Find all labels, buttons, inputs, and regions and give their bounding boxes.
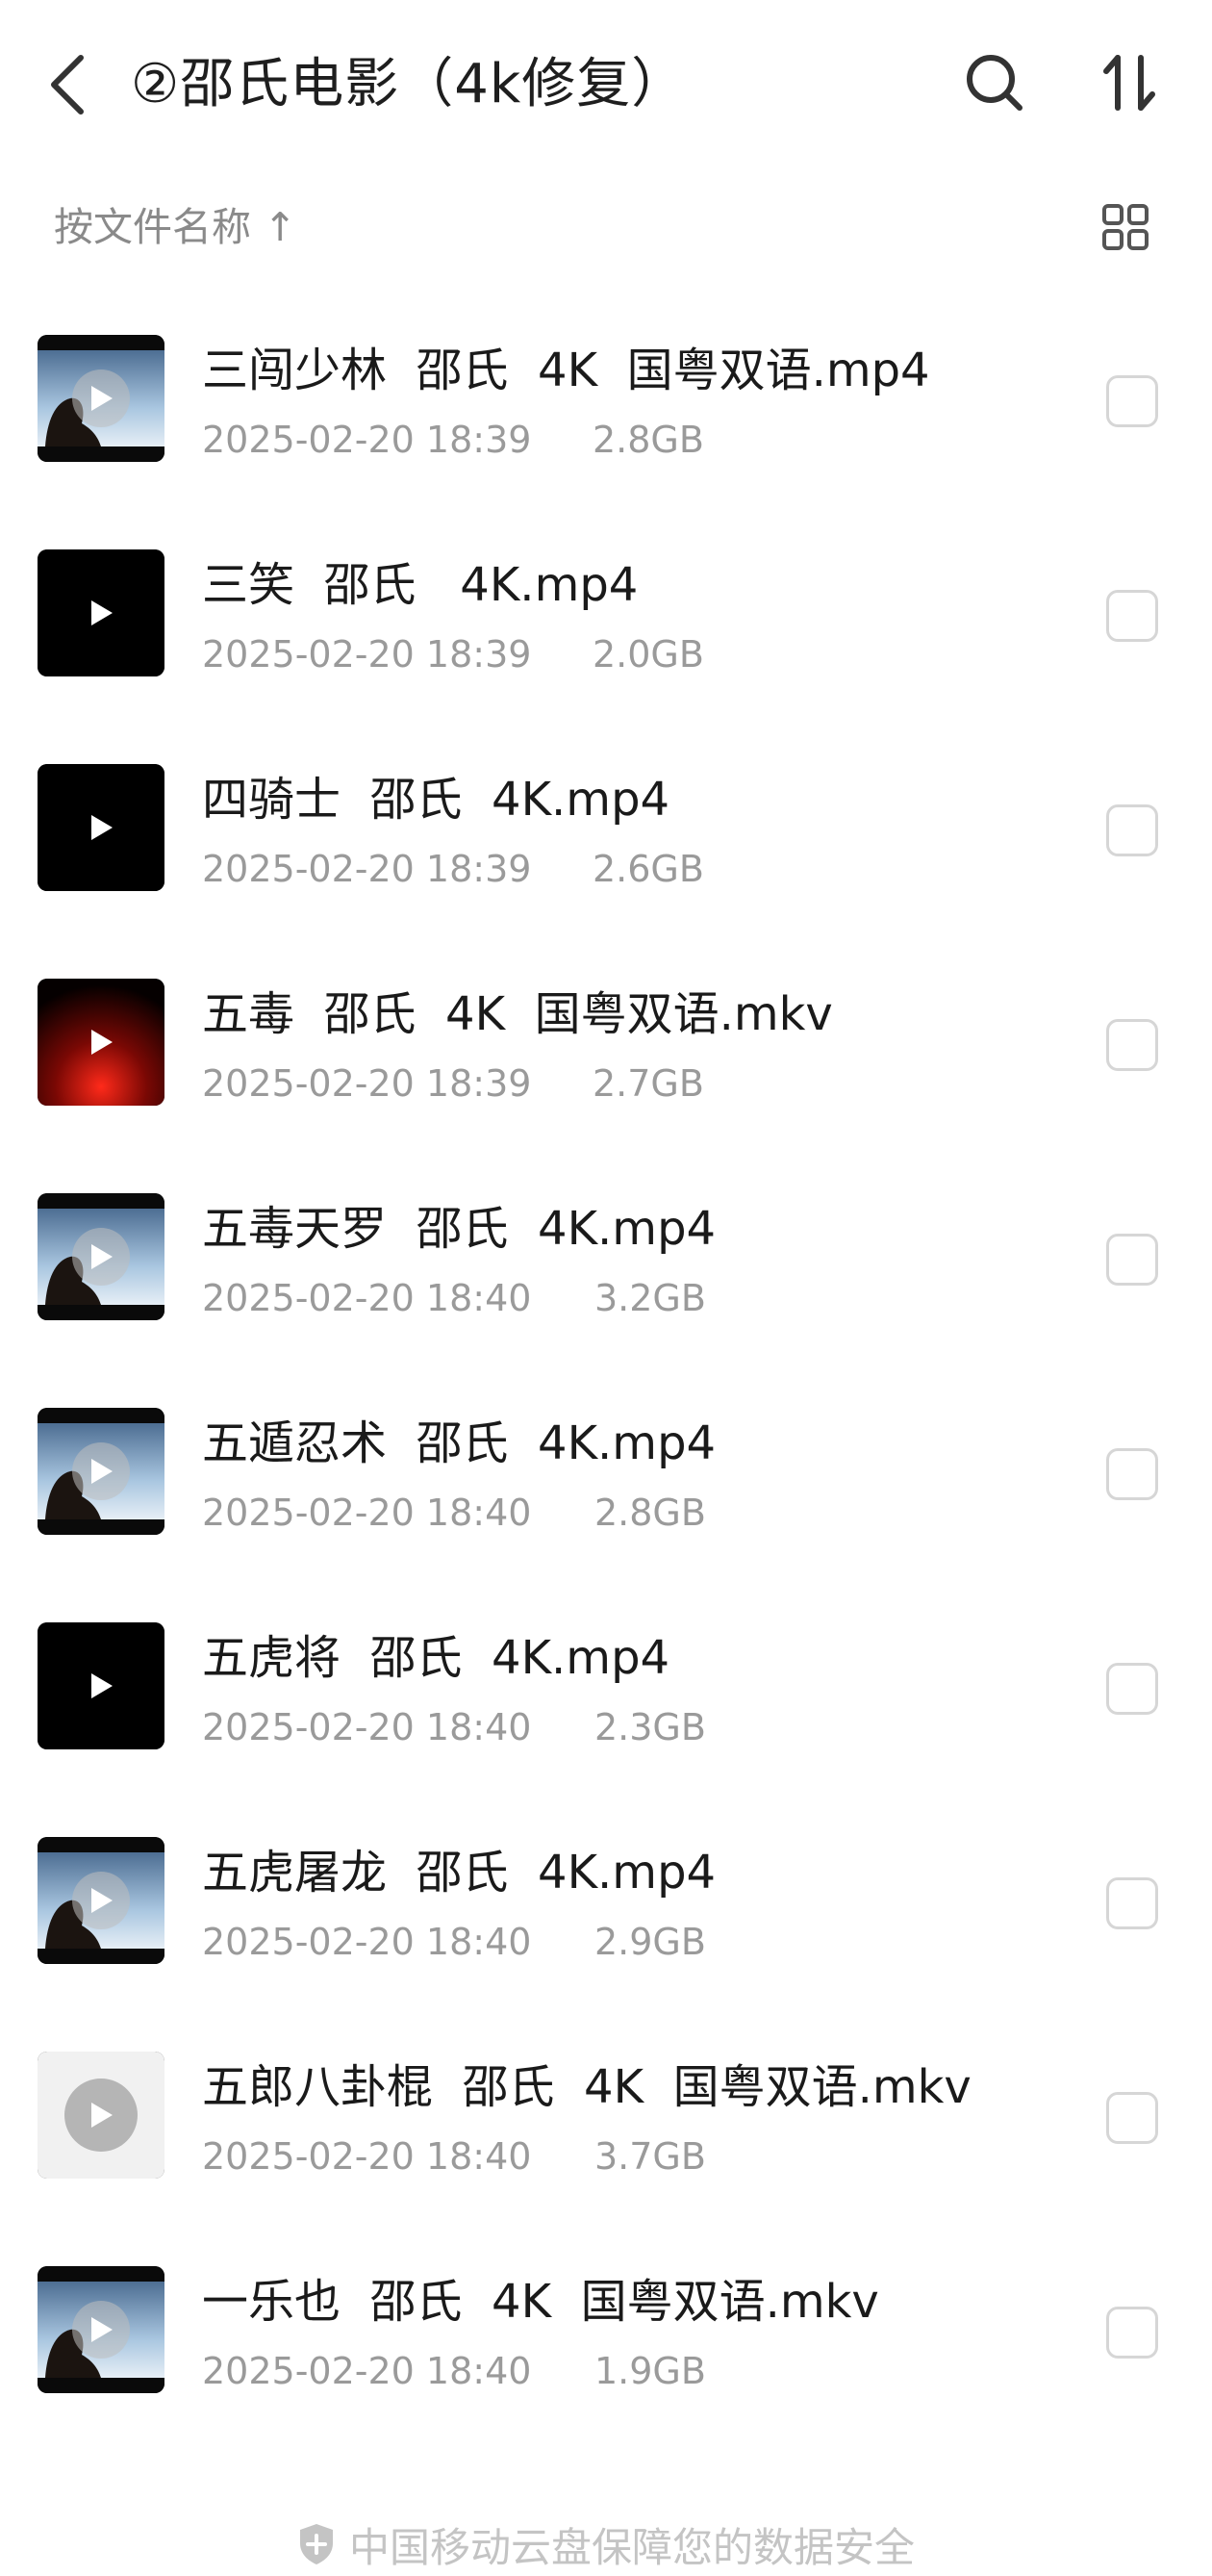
- file-size: 3.7GB: [594, 2135, 706, 2178]
- file-size: 2.8GB: [594, 1492, 706, 1534]
- select-checkbox[interactable]: [1106, 1877, 1158, 1929]
- file-row[interactable]: 五郎八卦棍 邵氏 4K 国粤双语.mkv 2025-02-20 18:40 3.7G…: [0, 2005, 1212, 2220]
- video-thumbnail: [38, 1408, 164, 1535]
- select-checkbox[interactable]: [1106, 2307, 1158, 2359]
- video-thumbnail: [38, 2266, 164, 2393]
- file-date: 2025-02-20 18:40: [202, 1706, 532, 1748]
- file-size: 3.2GB: [594, 1277, 706, 1319]
- file-row[interactable]: 五毒 邵氏 4K 国粤双语.mkv 2025-02-20 18:39 2.7GB: [0, 932, 1212, 1147]
- select-checkbox[interactable]: [1106, 375, 1158, 427]
- back-button[interactable]: [38, 50, 96, 119]
- file-date: 2025-02-20 18:40: [202, 1492, 532, 1534]
- file-size: 1.9GB: [594, 2350, 706, 2392]
- file-date: 2025-02-20 18:40: [202, 1277, 532, 1319]
- shield-icon: [299, 2524, 333, 2564]
- file-date: 2025-02-20 18:39: [202, 419, 532, 461]
- file-row[interactable]: 三笑 邵氏 4K.mp4 2025-02-20 18:39 2.0GB: [0, 503, 1212, 718]
- file-name: 四骑士 邵氏 4K.mp4: [202, 773, 670, 827]
- video-thumbnail: [38, 979, 164, 1106]
- play-icon: [64, 2079, 138, 2152]
- file-size: 2.7GB: [593, 1062, 704, 1105]
- sort-button[interactable]: [1097, 48, 1162, 117]
- file-size: 2.6GB: [593, 848, 704, 890]
- play-icon: [72, 1657, 130, 1715]
- file-row[interactable]: 三闯少林 邵氏 4K 国粤双语.mp4 2025-02-20 18:39 2.8GB: [0, 289, 1212, 503]
- footer: 中国移动云盘保障您的数据安全: [0, 2515, 1212, 2573]
- file-row[interactable]: 五遁忍术 邵氏 4K.mp4 2025-02-20 18:40 2.8GB: [0, 1362, 1212, 1576]
- footer-text: 中国移动云盘保障您的数据安全: [348, 2523, 915, 2571]
- grid-view-icon: [1102, 204, 1149, 250]
- file-name: 一乐也 邵氏 4K 国粤双语.mkv: [202, 2275, 879, 2329]
- file-date: 2025-02-20 18:40: [202, 1921, 532, 1963]
- file-name: 五虎将 邵氏 4K.mp4: [202, 1631, 670, 1685]
- file-name: 五毒天罗 邵氏 4K.mp4: [202, 1202, 717, 1256]
- play-icon: [72, 584, 130, 642]
- file-name: 五虎屠龙 邵氏 4K.mp4: [202, 1846, 717, 1900]
- file-size: 2.0GB: [593, 633, 704, 676]
- play-icon: [72, 1872, 130, 1929]
- file-name: 三笑 邵氏 4K.mp4: [202, 558, 639, 612]
- video-thumbnail: [38, 1193, 164, 1320]
- file-row[interactable]: 五毒天罗 邵氏 4K.mp4 2025-02-20 18:40 3.2GB: [0, 1147, 1212, 1362]
- file-row[interactable]: 一乐也 邵氏 4K 国粤双语.mkv 2025-02-20 18:40 1.9GB: [0, 2220, 1212, 2435]
- file-name: 五郎八卦棍 邵氏 4K 国粤双语.mkv: [202, 2060, 972, 2114]
- video-thumbnail: [38, 549, 164, 676]
- video-thumbnail: [38, 2052, 164, 2179]
- search-icon: [967, 55, 1023, 111]
- video-thumbnail: [38, 1622, 164, 1749]
- select-checkbox[interactable]: [1106, 2092, 1158, 2144]
- file-size: 2.9GB: [594, 1921, 706, 1963]
- video-thumbnail: [38, 1837, 164, 1964]
- search-button[interactable]: [962, 48, 1027, 117]
- file-name: 五遁忍术 邵氏 4K.mp4: [202, 1416, 717, 1470]
- file-size: 2.3GB: [594, 1706, 706, 1748]
- select-checkbox[interactable]: [1106, 1019, 1158, 1071]
- file-date: 2025-02-20 18:40: [202, 2350, 532, 2392]
- page-title: ②邵氏电影（4k修复）: [131, 53, 687, 115]
- play-icon: [72, 1013, 130, 1071]
- video-thumbnail: [38, 335, 164, 462]
- sort-bar: 按文件名称 ↑: [0, 189, 1212, 266]
- file-date: 2025-02-20 18:39: [202, 633, 532, 676]
- file-row[interactable]: 四骑士 邵氏 4K.mp4 2025-02-20 18:39 2.6GB: [0, 718, 1212, 932]
- file-name: 三闯少林 邵氏 4K 国粤双语.mp4: [202, 344, 930, 397]
- file-row[interactable]: 五虎屠龙 邵氏 4K.mp4 2025-02-20 18:40 2.9GB: [0, 1791, 1212, 2005]
- select-checkbox[interactable]: [1106, 590, 1158, 642]
- play-icon: [72, 370, 130, 427]
- header-bar: ②邵氏电影（4k修复）: [0, 0, 1212, 169]
- play-icon: [72, 1228, 130, 1286]
- play-icon: [72, 1442, 130, 1500]
- play-icon: [72, 799, 130, 856]
- video-thumbnail: [38, 764, 164, 891]
- view-toggle-button[interactable]: [1097, 198, 1154, 256]
- back-arrow-icon: [51, 55, 84, 115]
- file-date: 2025-02-20 18:39: [202, 1062, 532, 1105]
- select-checkbox[interactable]: [1106, 1448, 1158, 1500]
- file-size: 2.8GB: [593, 419, 704, 461]
- file-list: 三闯少林 邵氏 4K 国粤双语.mp4 2025-02-20 18:39 2.8GB…: [0, 289, 1212, 2435]
- select-checkbox[interactable]: [1106, 1234, 1158, 1286]
- play-icon: [72, 2301, 130, 2359]
- file-name: 五毒 邵氏 4K 国粤双语.mkv: [202, 987, 833, 1041]
- sort-icon: [1103, 55, 1155, 111]
- sort-by-filename-button[interactable]: 按文件名称 ↑: [54, 202, 296, 252]
- select-checkbox[interactable]: [1106, 804, 1158, 856]
- file-date: 2025-02-20 18:39: [202, 848, 532, 890]
- file-row[interactable]: 五虎将 邵氏 4K.mp4 2025-02-20 18:40 2.3GB: [0, 1576, 1212, 1791]
- file-date: 2025-02-20 18:40: [202, 2135, 532, 2178]
- select-checkbox[interactable]: [1106, 1663, 1158, 1715]
